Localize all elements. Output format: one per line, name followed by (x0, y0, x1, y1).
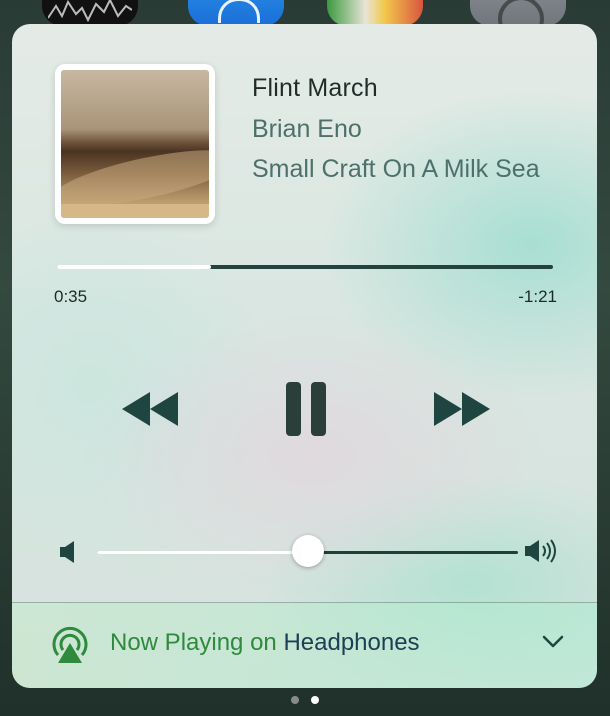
volume-level-fill (97, 551, 308, 554)
page-dot-current[interactable] (311, 696, 319, 704)
output-device-label: Now Playing on Headphones (110, 629, 420, 657)
volume-slider-thumb[interactable] (292, 535, 324, 567)
playback-progress-fill (57, 265, 211, 269)
page-dot[interactable] (291, 696, 299, 704)
volume-max-icon (525, 538, 557, 569)
fast-forward-icon (434, 392, 490, 426)
fast-forward-button[interactable] (434, 392, 490, 426)
airplay-icon (50, 625, 90, 670)
stocks-icon (42, 0, 138, 26)
output-prefix: Now Playing on (110, 629, 284, 656)
chevron-down-icon[interactable] (542, 635, 564, 654)
now-playing-card: Flint March Brian Eno Small Craft On A M… (12, 24, 597, 688)
app-store-icon (188, 0, 284, 26)
album-artwork[interactable] (55, 64, 215, 224)
rewind-button[interactable] (122, 392, 178, 426)
artist-name: Brian Eno (252, 115, 362, 143)
track-title: Flint March (252, 74, 378, 102)
page-indicator[interactable] (0, 696, 610, 708)
settings-icon (470, 0, 566, 30)
audio-output-row[interactable]: Now Playing on Headphones (12, 603, 597, 688)
rewind-icon (122, 392, 178, 426)
pause-icon (286, 382, 326, 436)
album-artwork-image (61, 70, 209, 218)
playback-scrubber[interactable] (57, 265, 553, 269)
remaining-time: -1:21 (518, 287, 557, 306)
pause-button[interactable] (284, 382, 328, 436)
elapsed-time: 0:35 (54, 287, 88, 306)
volume-min-icon (60, 540, 76, 569)
output-device-name: Headphones (283, 629, 420, 656)
album-name: Small Craft On A Milk Sea (252, 155, 540, 183)
maps-icon (327, 0, 423, 26)
